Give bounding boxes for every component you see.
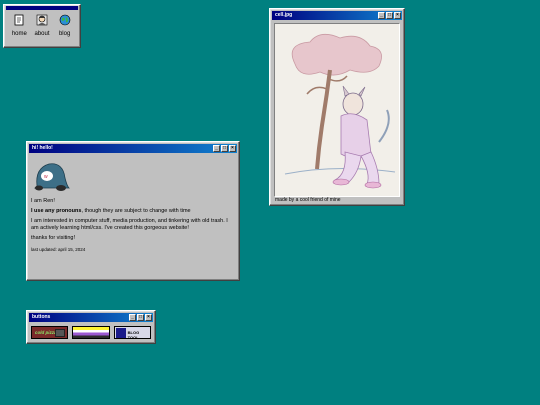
greeting-text: I am Ren! — [31, 198, 55, 204]
buttons-titlebar[interactable]: buttons _ □ × — [29, 313, 153, 322]
thanks-text: thanks for visiting! — [31, 235, 76, 241]
minimize-button[interactable]: _ — [213, 145, 220, 152]
pronouns-text: I use any pronouns, though they are subj… — [31, 208, 235, 215]
pronouns-bold: I use any pronouns — [31, 208, 82, 214]
hello-window: hi! hello! _ □ × w I am Ren! I use any p… — [26, 141, 240, 281]
buttons-window: buttons _ □ × cold pizza BLOG TOOL — [26, 310, 156, 344]
nav-label-home: home — [11, 31, 27, 37]
nav-item-about[interactable]: about — [31, 14, 53, 37]
maximize-button[interactable]: □ — [137, 314, 144, 321]
mascot-image: w — [34, 163, 70, 191]
person-icon — [36, 14, 48, 26]
globe-icon — [59, 14, 70, 26]
minimize-button[interactable]: _ — [129, 314, 136, 321]
drawing-image — [274, 23, 400, 197]
nav-item-home[interactable]: home — [8, 14, 30, 37]
close-button[interactable]: × — [394, 12, 401, 19]
document-icon — [14, 14, 24, 26]
photo-window: cell.jpg _ □ × made by a cool friend of … — [269, 8, 405, 206]
hello-title: hi! hello! — [32, 145, 53, 151]
close-button[interactable]: × — [229, 145, 236, 152]
nav-label-blog: blog — [58, 31, 71, 37]
maximize-button[interactable]: □ — [386, 12, 393, 19]
nav-label-about: about — [34, 31, 50, 37]
photo-titlebar[interactable]: cell.jpg _ □ × — [272, 11, 402, 20]
nav-item-blog[interactable]: blog — [54, 14, 76, 37]
minimize-button[interactable]: _ — [378, 12, 385, 19]
photo-title: cell.jpg — [275, 12, 293, 18]
maximize-button[interactable]: □ — [221, 145, 228, 152]
badge-blog-tool[interactable]: BLOG TOOL — [113, 326, 151, 339]
last-updated: last updated: april 15, 2024 — [31, 247, 86, 252]
badge-cold-pizza[interactable]: cold pizza — [31, 326, 69, 339]
hello-titlebar[interactable]: hi! hello! _ □ × — [29, 144, 237, 153]
badge-blog-tool-text: BLOG TOOL — [127, 330, 140, 339]
buttons-title: buttons — [32, 314, 51, 320]
photo-caption: made by a cool friend of mine — [275, 197, 341, 203]
nav-window: home about blog — [3, 4, 81, 48]
pronouns-rest: , though they are subject to change with… — [81, 208, 191, 214]
badge-flag[interactable] — [72, 326, 110, 339]
interests-text: I am interested in computer stuff, media… — [31, 218, 228, 231]
svg-text:w: w — [44, 174, 48, 180]
drawing-illustration — [275, 24, 399, 196]
close-button[interactable]: × — [145, 314, 152, 321]
badge-cold-pizza-text: cold pizza — [35, 330, 57, 335]
